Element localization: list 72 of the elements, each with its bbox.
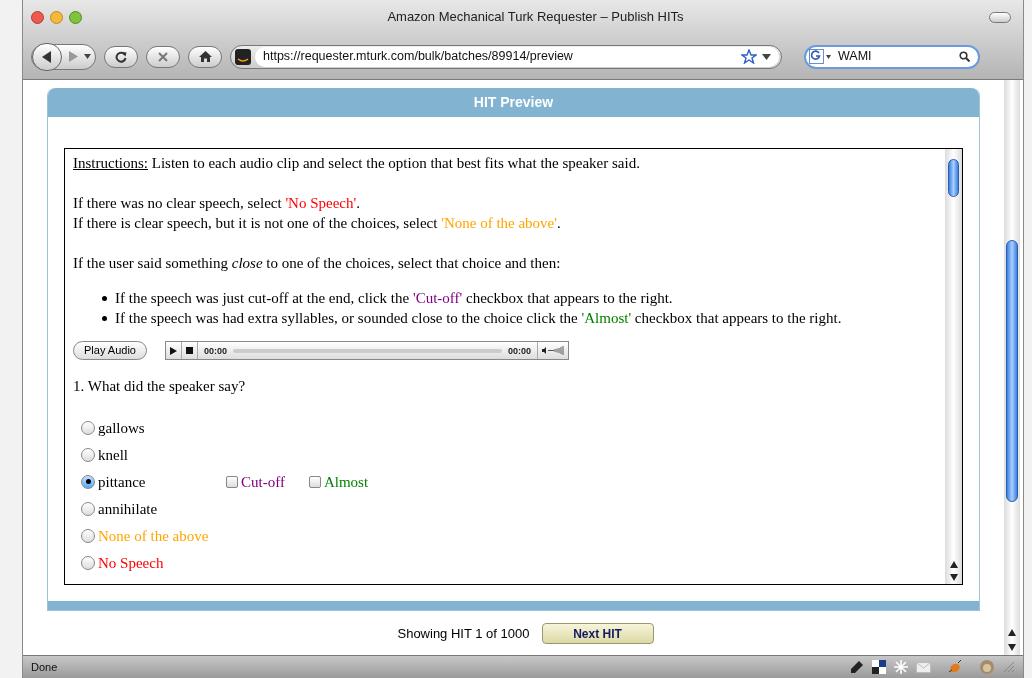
bullet-icon (102, 315, 107, 321)
search-engine-icon[interactable] (809, 49, 824, 64)
checkbox-label: Cut-off (241, 472, 285, 492)
minimize-button[interactable] (50, 10, 63, 24)
option-label: annihilate (98, 499, 159, 519)
search-text: WAMI (838, 48, 873, 66)
search-field[interactable]: WAMI (804, 44, 980, 69)
scroll-down-arrow-icon[interactable] (1008, 644, 1016, 651)
question-text: 1. What did the speaker say? (73, 377, 247, 396)
instruction-text: If there is clear speech, but it is not one of the choices, select 'None of the above'. (73, 214, 562, 233)
radio-button[interactable] (81, 528, 95, 543)
close-icon (158, 51, 168, 62)
checkbox[interactable] (226, 475, 238, 488)
checkbox-label: Almost (323, 472, 369, 492)
bullet-icon (102, 295, 107, 301)
address-bar[interactable]: https://requester.mturk.com/bulk/batches/89914/preview (230, 44, 782, 69)
play-audio-button[interactable]: Play Audio (73, 341, 147, 360)
close-button[interactable] (31, 10, 44, 24)
scrollbar[interactable] (945, 149, 962, 584)
status-text: Done (31, 659, 59, 675)
instruction-text: If there was no clear speech, select 'No Speech'. (73, 194, 361, 213)
forward-arrow-icon (68, 51, 78, 62)
pen-icon[interactable] (850, 660, 864, 674)
progress-track[interactable] (233, 348, 502, 353)
instruction-text: If the user said something close to one of the choices, select that choice and then: (73, 254, 562, 273)
reload-icon (115, 50, 127, 63)
scrollbar-thumb[interactable] (1006, 240, 1018, 502)
caret-icon[interactable] (762, 53, 771, 60)
scroll-down-arrow-icon[interactable] (949, 574, 958, 581)
pager-text: Showing HIT 1 of 1000 (397, 624, 530, 643)
back-arrow-icon (42, 50, 52, 63)
bullet-text: If the speech was had extra syllables, or sounded close to the choice click the 'Almost' checkbox that appears to the right. (115, 309, 842, 328)
home-button[interactable] (188, 45, 222, 68)
back-button[interactable] (32, 42, 62, 71)
toolbar-toggle-button[interactable] (989, 11, 1011, 23)
instruction-text: Instructions: Listen to each audio clip and select the option that best fits what the speaker said. (73, 154, 641, 173)
radio-button[interactable] (81, 447, 95, 462)
scrollbar-thumb[interactable] (948, 159, 959, 197)
checkbox[interactable] (308, 475, 321, 488)
scroll-up-arrow-icon[interactable] (949, 561, 958, 568)
stop-button[interactable] (146, 45, 180, 68)
site-icon (235, 48, 251, 65)
star-icon[interactable] (741, 49, 757, 64)
snowflake-icon[interactable] (894, 660, 908, 674)
grid-icon[interactable] (872, 660, 886, 674)
next-hit-button[interactable]: Next HIT (541, 623, 654, 644)
play-icon[interactable] (170, 346, 177, 355)
option-label: None of the above (98, 526, 210, 546)
scrollbar[interactable] (1004, 80, 1020, 655)
volume-icon[interactable] (542, 346, 564, 355)
radio-button[interactable] (81, 474, 95, 489)
duration-time: 00:00 (507, 344, 531, 358)
zoom-button[interactable] (69, 10, 82, 24)
home-icon (198, 51, 212, 62)
scroll-up-arrow-icon[interactable] (1008, 629, 1016, 636)
option-label: pittance (98, 472, 147, 492)
caret-icon[interactable] (84, 54, 91, 59)
radio-button[interactable] (81, 420, 95, 435)
window-title: Amazon Mechanical Turk Requester – Publish HITs (387, 8, 684, 27)
resize-grip-icon[interactable] (1003, 661, 1015, 673)
panel-header: HIT Preview (48, 88, 979, 117)
option-label: No Speech (98, 553, 165, 573)
url-text: https://requester.mturk.com/bulk/batches/89914/preview (263, 48, 574, 66)
bullet-text: If the speech was just cut-off at the end, click the 'Cut-off' checkbox that appears to the right. (115, 289, 673, 308)
radio-button[interactable] (81, 555, 95, 570)
caret-icon[interactable] (826, 54, 831, 59)
option-label: knell (98, 445, 129, 465)
radio-button[interactable] (81, 501, 95, 516)
elapsed-time: 00:00 (204, 344, 227, 358)
option-label: gallows (98, 418, 146, 438)
reload-button[interactable] (104, 45, 138, 68)
search-icon[interactable] (959, 51, 970, 62)
